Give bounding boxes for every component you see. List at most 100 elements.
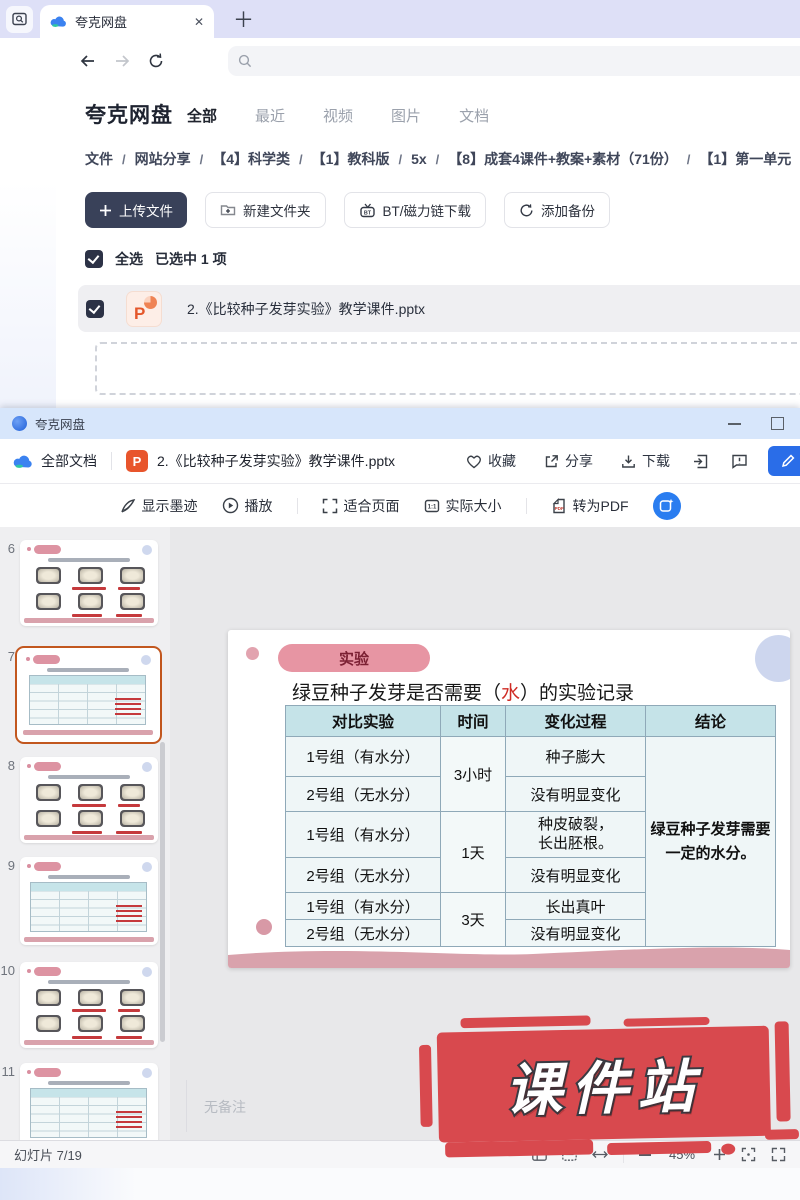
slide-section-badge: 实验 xyxy=(278,644,430,672)
convert-to-pdf-button[interactable]: PDF 转为PDF xyxy=(551,496,629,516)
slide-thumbnail-11[interactable] xyxy=(20,1063,158,1140)
drop-zone xyxy=(95,342,800,395)
table-cell: 没有明显变化 xyxy=(506,777,646,812)
show-ink-button[interactable]: 显示墨迹 xyxy=(120,496,198,516)
table-cell: 2号组（无水分） xyxy=(286,777,441,812)
table-cell: 种子膨大 xyxy=(506,737,646,777)
breadcrumb-item[interactable]: 【1】第一单元 xyxy=(699,149,791,169)
ink-pen-icon xyxy=(120,498,136,514)
browser-tab-strip: 夸克网盘 ✕ ＋ xyxy=(0,0,800,38)
tab-close-icon[interactable]: ✕ xyxy=(194,15,204,29)
ppt-letter: P xyxy=(134,304,145,324)
pinned-workspace-button[interactable] xyxy=(6,6,33,33)
address-search-bar[interactable] xyxy=(228,46,800,76)
edit-button[interactable] xyxy=(768,446,800,476)
drive-category-tabs: 全部 最近 视频 图片 文档 xyxy=(187,105,489,126)
tab-video[interactable]: 视频 xyxy=(323,105,353,126)
screen: 夸克网盘 ✕ ＋ 夸克网盘 全部 最近 视频 xyxy=(0,0,800,1200)
slide-title: 绿豆种子发芽是否需要（水）的实验记录 xyxy=(228,678,698,705)
slide-title-highlight: 水 xyxy=(501,683,520,704)
ai-assistant-button[interactable] xyxy=(653,492,681,520)
thumbnail-number: 8 xyxy=(1,758,15,773)
breadcrumb-separator: / xyxy=(687,152,691,167)
breadcrumb-item[interactable]: 文件 xyxy=(85,149,113,169)
save-to-drive-button[interactable] xyxy=(692,453,709,470)
file-checkbox[interactable] xyxy=(86,300,104,318)
select-all-label[interactable]: 全选 xyxy=(115,249,143,269)
tab-doc[interactable]: 文档 xyxy=(459,105,489,126)
play-button[interactable]: 播放 xyxy=(222,496,273,516)
ppt-badge-icon: P xyxy=(126,450,148,472)
convert-to-pdf-label: 转为PDF xyxy=(573,496,629,516)
thumbnail-number: 7 xyxy=(1,649,15,664)
breadcrumb-separator: / xyxy=(299,152,303,167)
fit-page-button[interactable]: 适合页面 xyxy=(322,496,400,516)
table-cell: 种皮破裂， 长出胚根。 xyxy=(506,812,646,858)
stamp-body: 课件站 xyxy=(437,1026,771,1143)
slide-title-suffix: ）的实验记录 xyxy=(520,683,634,704)
file-name[interactable]: 2.《比较种子发芽实验》教学课件.pptx xyxy=(187,299,425,319)
tab-image[interactable]: 图片 xyxy=(391,105,421,126)
breadcrumb-item[interactable]: 【8】成套4课件+教案+素材（71份） xyxy=(448,149,678,169)
slide-thumbnail-10[interactable] xyxy=(20,962,158,1048)
slide-pink-dot-decoration xyxy=(246,647,259,660)
add-backup-button[interactable]: 添加备份 xyxy=(504,192,610,228)
actual-size-button[interactable]: 1:1 实际大小 xyxy=(424,496,502,516)
table-header: 变化过程 xyxy=(506,706,646,737)
new-folder-label: 新建文件夹 xyxy=(243,200,311,220)
select-all-checkbox[interactable] xyxy=(85,250,103,268)
slide-thumbnail-6[interactable] xyxy=(20,540,158,626)
minimize-button[interactable] xyxy=(728,423,741,425)
thumbnail-scrollbar[interactable] xyxy=(160,742,165,1042)
tab-recent[interactable]: 最近 xyxy=(255,105,285,126)
browser-tab-quark[interactable]: 夸克网盘 ✕ xyxy=(40,5,214,38)
maximize-button[interactable] xyxy=(771,417,784,430)
quark-cloud-icon xyxy=(50,15,67,28)
favorite-button[interactable]: 收藏 xyxy=(466,451,516,471)
bt-magnet-download-button[interactable]: BT BT/磁力链下载 xyxy=(344,192,487,228)
divider xyxy=(186,1080,187,1132)
refresh-button[interactable] xyxy=(147,52,165,70)
slide-thumbnail-9[interactable] xyxy=(20,857,158,945)
back-button[interactable] xyxy=(78,52,97,70)
actual-size-icon: 1:1 xyxy=(424,498,440,514)
table-cell: 没有明显变化 xyxy=(506,858,646,893)
upload-file-button[interactable]: 上传文件 xyxy=(85,192,187,228)
fit-page-icon xyxy=(322,498,338,514)
actual-size-label: 实际大小 xyxy=(446,496,502,516)
tab-all[interactable]: 全部 xyxy=(187,105,217,126)
search-input[interactable] xyxy=(259,53,798,70)
show-ink-label: 显示墨迹 xyxy=(142,496,198,516)
breadcrumb-item[interactable]: 【4】科学类 xyxy=(212,149,290,169)
bt-download-icon: BT xyxy=(359,203,376,218)
share-button[interactable]: 分享 xyxy=(544,451,593,471)
ppt-pie-decoration xyxy=(144,296,157,309)
breadcrumb-separator: / xyxy=(200,152,204,167)
slide-thumbnail-7-selected[interactable] xyxy=(15,646,162,744)
forward-button[interactable] xyxy=(113,52,132,70)
download-button[interactable]: 下载 xyxy=(621,451,670,471)
divider xyxy=(111,452,112,470)
divider xyxy=(526,498,527,514)
viewer-toolbar: 显示墨迹 播放 适合页面 1:1 实际 xyxy=(0,484,800,528)
breadcrumb-item[interactable]: 5x xyxy=(411,151,427,167)
table-header: 时间 xyxy=(441,706,506,737)
quark-logo-icon xyxy=(12,416,27,431)
play-icon xyxy=(222,497,239,514)
bt-download-label: BT/磁力链下载 xyxy=(383,200,472,220)
share-label: 分享 xyxy=(565,451,593,471)
app-title: 夸克网盘 xyxy=(85,99,173,129)
ppt-file-icon: P xyxy=(126,291,162,327)
all-docs-button[interactable]: 全部文档 xyxy=(41,451,97,471)
breadcrumb-item[interactable]: 网站分享 xyxy=(135,149,191,169)
slide-canvas: 实验 绿豆种子发芽是否需要（水）的实验记录 对比实验 时间 变化过程 结论 xyxy=(228,630,790,968)
slide-pink-dot-decoration xyxy=(256,919,272,935)
table-cell: 1号组（有水分） xyxy=(286,737,441,777)
slide-thumbnail-8[interactable] xyxy=(20,757,158,843)
breadcrumb-item[interactable]: 【1】教科版 xyxy=(312,149,390,169)
new-folder-button[interactable]: 新建文件夹 xyxy=(205,192,326,228)
browser-nav-bar xyxy=(0,38,800,84)
file-row[interactable]: P 2.《比较种子发芽实验》教学课件.pptx xyxy=(78,285,800,332)
feedback-button[interactable] xyxy=(731,453,748,469)
new-tab-button[interactable]: ＋ xyxy=(233,4,254,34)
